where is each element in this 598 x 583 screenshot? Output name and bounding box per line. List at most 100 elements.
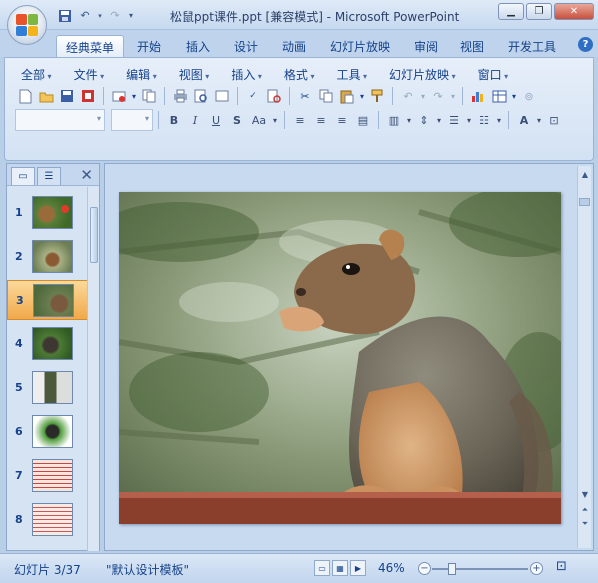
- slide-thumbnail[interactable]: 4: [7, 324, 89, 364]
- print-icon[interactable]: [170, 86, 190, 106]
- insert-chart-icon[interactable]: [468, 86, 488, 106]
- font-color-dropdown-icon[interactable]: ▾: [535, 110, 543, 130]
- paste-icon[interactable]: [337, 86, 357, 106]
- zoom-in-icon[interactable]: +: [530, 562, 543, 575]
- change-case-icon[interactable]: Aa: [248, 110, 270, 130]
- align-left-icon[interactable]: ≡: [290, 110, 310, 130]
- tab-home[interactable]: 开始: [128, 35, 170, 57]
- print-preview-icon[interactable]: [191, 86, 211, 106]
- line-spacing-icon[interactable]: ⇕: [414, 110, 434, 130]
- office-button[interactable]: [7, 5, 47, 45]
- menu-view[interactable]: 视图: [171, 64, 218, 85]
- menu-file[interactable]: 文件: [66, 64, 113, 85]
- slide-thumbnail[interactable]: 1: [7, 193, 89, 233]
- font-size-combo[interactable]: [111, 109, 153, 131]
- copy-format-icon[interactable]: [139, 86, 159, 106]
- slides-pane-scroll-thumb[interactable]: [90, 207, 98, 263]
- menu-all[interactable]: 全部: [13, 64, 60, 85]
- undo-dropdown-icon[interactable]: ▾: [419, 86, 427, 106]
- slide-vertical-scrollbar[interactable]: ▲ ▼ ⏶ ⏷: [577, 166, 591, 548]
- open-folder-icon[interactable]: [36, 86, 56, 106]
- save-icon[interactable]: [57, 86, 77, 106]
- previous-slide-icon[interactable]: ⏶: [579, 504, 591, 516]
- align-center-icon[interactable]: ≡: [311, 110, 331, 130]
- tab-developer[interactable]: 开发工具: [499, 35, 565, 57]
- line-spacing-dropdown-icon[interactable]: ▾: [435, 110, 443, 130]
- tab-review[interactable]: 审阅: [405, 35, 447, 57]
- slide-thumbnail[interactable]: 8: [7, 500, 89, 540]
- justify-icon[interactable]: ▤: [353, 110, 373, 130]
- menu-slideshow[interactable]: 幻灯片放映: [381, 64, 464, 85]
- tab-design[interactable]: 设计: [225, 35, 267, 57]
- research-icon[interactable]: [264, 86, 284, 106]
- insert-table-icon[interactable]: [489, 86, 509, 106]
- menu-edit[interactable]: 编辑: [118, 64, 165, 85]
- scroll-down-icon[interactable]: ▼: [579, 488, 591, 500]
- font-color-icon[interactable]: A: [514, 110, 534, 130]
- zoom-slider[interactable]: − +: [418, 562, 544, 575]
- bullets-dropdown-icon[interactable]: ▾: [495, 110, 503, 130]
- slide-thumbnail[interactable]: 2: [7, 237, 89, 277]
- tab-animation[interactable]: 动画: [273, 35, 315, 57]
- text-direction-dropdown-icon[interactable]: ▾: [405, 110, 413, 130]
- scroll-up-icon[interactable]: ▲: [579, 168, 591, 180]
- tab-slideshow[interactable]: 幻灯片放映: [321, 35, 399, 57]
- permission-icon[interactable]: [78, 86, 98, 106]
- menu-format[interactable]: 格式: [276, 64, 323, 85]
- next-slide-icon[interactable]: ⏷: [579, 518, 591, 530]
- close-pane-icon[interactable]: ✕: [80, 166, 93, 184]
- slideshow-view-icon[interactable]: ▶: [350, 560, 366, 576]
- tab-classic-menu[interactable]: 经典菜单: [56, 35, 125, 57]
- undo-icon[interactable]: ↶: [76, 7, 94, 24]
- spelling-icon[interactable]: ✓: [243, 86, 263, 106]
- cut-icon[interactable]: ✂: [295, 86, 315, 106]
- shadow-icon[interactable]: S: [227, 110, 247, 130]
- fit-to-window-icon[interactable]: ⊡: [556, 559, 567, 574]
- more-options-icon[interactable]: ⊡: [544, 110, 564, 130]
- menu-insert[interactable]: 插入: [223, 64, 270, 85]
- slide-scroll-thumb[interactable]: [579, 198, 590, 206]
- normal-view-icon[interactable]: ▭: [314, 560, 330, 576]
- align-right-icon[interactable]: ≡: [332, 110, 352, 130]
- undo-dropdown-icon[interactable]: ▾: [96, 7, 104, 24]
- slides-pane-scrollbar[interactable]: [87, 187, 99, 551]
- tab-view[interactable]: 视图: [451, 35, 493, 57]
- zoom-knob[interactable]: [448, 563, 456, 575]
- minimize-icon[interactable]: ▁: [498, 3, 524, 20]
- font-name-combo[interactable]: [15, 109, 105, 131]
- paste-dropdown-icon[interactable]: ▾: [358, 86, 366, 106]
- slides-tab-icon[interactable]: ▭: [11, 167, 35, 185]
- redo-icon[interactable]: ↷: [428, 86, 448, 106]
- slide-thumbnail[interactable]: 5: [7, 368, 89, 408]
- tab-insert[interactable]: 插入: [177, 35, 219, 57]
- menu-tools[interactable]: 工具: [328, 64, 375, 85]
- zoom-out-icon[interactable]: −: [418, 562, 431, 575]
- close-window-icon[interactable]: ✕: [554, 3, 594, 20]
- undo-icon[interactable]: ↶: [398, 86, 418, 106]
- help-icon[interactable]: ?: [578, 37, 593, 52]
- email-dropdown-icon[interactable]: ▾: [130, 86, 138, 106]
- format-painter-icon[interactable]: [367, 86, 387, 106]
- change-case-dropdown-icon[interactable]: ▾: [271, 110, 279, 130]
- outline-tab-icon[interactable]: ☰: [37, 167, 61, 185]
- copy-icon[interactable]: [316, 86, 336, 106]
- email-icon[interactable]: [109, 86, 129, 106]
- slide-thumbnail-selected[interactable]: 3: [7, 280, 89, 320]
- customize-qat-icon[interactable]: ▾: [126, 7, 136, 24]
- slide-sorter-view-icon[interactable]: ▦: [332, 560, 348, 576]
- text-direction-icon[interactable]: ▥: [384, 110, 404, 130]
- bullets-icon[interactable]: ☷: [474, 110, 494, 130]
- italic-icon[interactable]: I: [185, 110, 205, 130]
- save-icon[interactable]: [56, 7, 74, 24]
- slide-thumbnail[interactable]: 6: [7, 412, 89, 452]
- page-setup-icon[interactable]: [212, 86, 232, 106]
- bold-icon[interactable]: B: [164, 110, 184, 130]
- restore-icon[interactable]: ❐: [526, 3, 552, 20]
- slide-thumbnail[interactable]: 7: [7, 456, 89, 496]
- redo-icon[interactable]: ↷: [106, 7, 124, 24]
- underline-icon[interactable]: U: [206, 110, 226, 130]
- menu-window[interactable]: 窗口: [470, 64, 517, 85]
- numbering-dropdown-icon[interactable]: ▾: [465, 110, 473, 130]
- new-file-icon[interactable]: [15, 86, 35, 106]
- current-slide[interactable]: [119, 192, 561, 524]
